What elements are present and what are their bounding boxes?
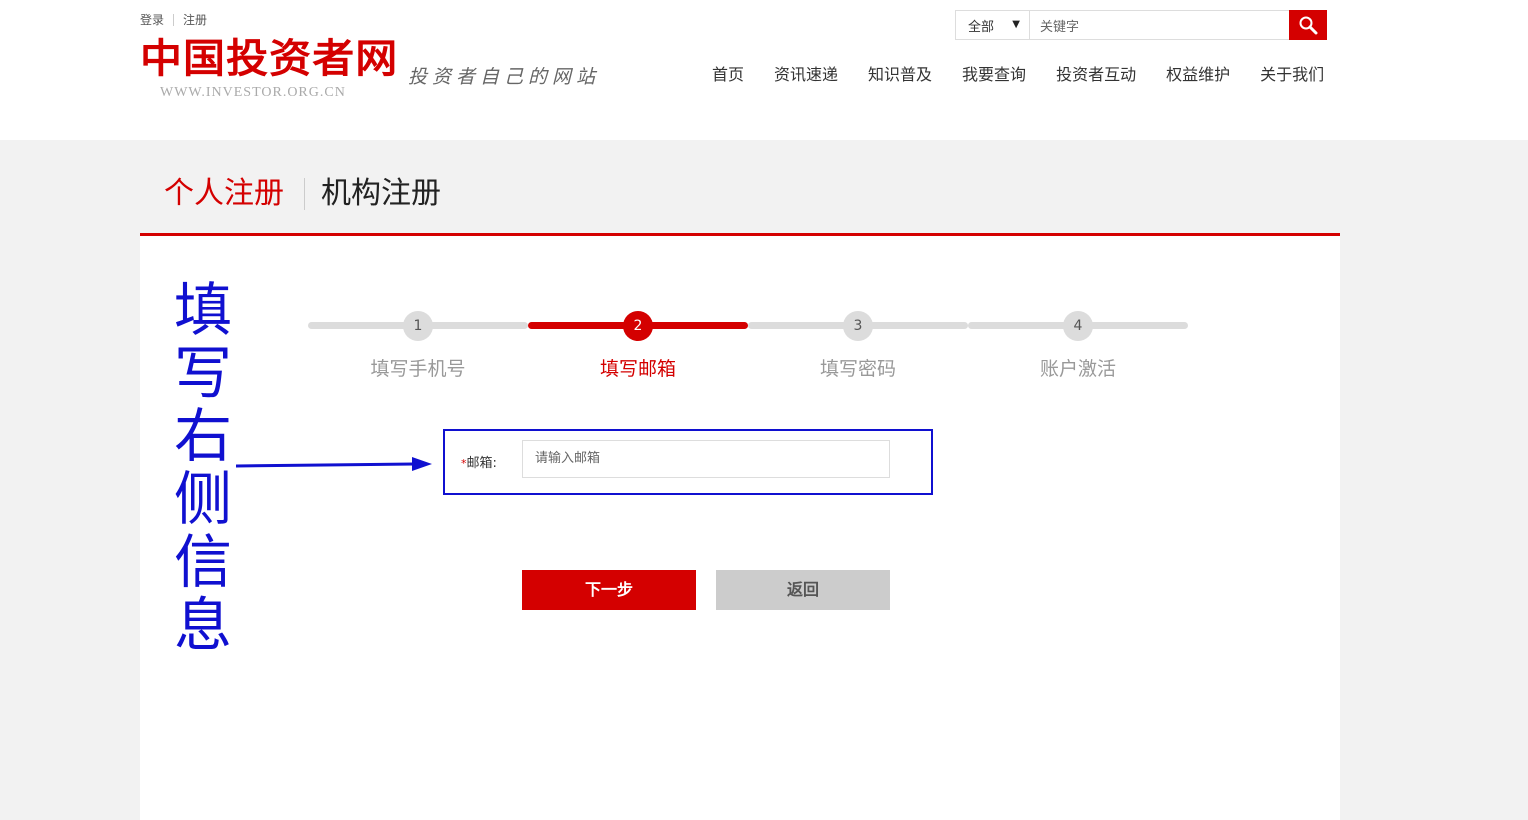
annotation-char: 息 (173, 591, 232, 659)
nav-query[interactable]: 我要查询 (962, 64, 1026, 86)
search-bar: 全部 ▼ 关键字 (955, 10, 1327, 40)
top-links-divider (173, 13, 175, 26)
top-links: 登录 注册 (140, 11, 207, 28)
annotation-char: 右 (173, 402, 232, 470)
step-number-4: 4 (1063, 311, 1093, 341)
search-placeholder: 关键字 (1040, 19, 1080, 35)
annotation-char: 写 (173, 339, 232, 407)
email-label-text: 邮箱: (466, 456, 497, 471)
annotation-char: 侧 (173, 465, 232, 533)
step-number-3: 3 (843, 311, 873, 341)
tab-institution-registration[interactable]: 机构注册 (321, 174, 441, 214)
site-header: 登录 注册 中国投资者网 WWW.INVESTOR.ORG.CN 投资者自己的网… (0, 0, 1528, 140)
search-icon (1299, 16, 1318, 35)
step-label-1: 填写手机号 (370, 358, 466, 380)
search-button[interactable] (1289, 10, 1327, 40)
site-logo[interactable]: 中国投资者网 WWW.INVESTOR.ORG.CN (140, 36, 397, 100)
logo-title: 中国投资者网 (140, 36, 399, 82)
email-label: *邮箱: (461, 452, 497, 471)
step-progress: 1 2 3 4 填写手机号 填写邮箱 填写密码 账户激活 (308, 311, 1188, 384)
nav-knowledge[interactable]: 知识普及 (868, 64, 932, 86)
step-label-2: 填写邮箱 (599, 358, 676, 380)
search-input[interactable]: 关键字 (1030, 11, 1326, 39)
nav-interaction[interactable]: 投资者互动 (1056, 64, 1136, 86)
step-number-1: 1 (403, 311, 433, 341)
main-nav: 首页 资讯速递 知识普及 我要查询 投资者互动 权益维护 关于我们 (712, 64, 1324, 86)
tab-personal-registration[interactable]: 个人注册 (164, 174, 284, 214)
tab-divider (304, 178, 305, 210)
logo-url: WWW.INVESTOR.ORG.CN (160, 85, 346, 100)
back-button[interactable]: 返回 (716, 570, 890, 610)
search-category-value: 全部 (968, 19, 995, 35)
nav-news[interactable]: 资讯速递 (774, 64, 838, 86)
annotation-char: 信 (173, 528, 232, 596)
registration-tabs: 个人注册 机构注册 (140, 140, 1340, 236)
registration-card: 个人注册 机构注册 1 2 3 4 填写手机号 填写邮箱 填写密码 账户激活 *… (140, 140, 1340, 820)
search-category-select[interactable]: 全部 ▼ (956, 11, 1030, 39)
step-label-4: 账户激活 (1039, 358, 1116, 380)
step-label-3: 填写密码 (819, 358, 896, 380)
email-input[interactable]: 请输入邮箱 (522, 440, 890, 478)
next-step-button[interactable]: 下一步 (522, 570, 696, 610)
arrow-right-icon (236, 457, 432, 471)
registration-content: 1 2 3 4 填写手机号 填写邮箱 填写密码 账户激活 *邮箱: 请输入邮箱 … (140, 236, 1340, 820)
nav-home[interactable]: 首页 (712, 64, 744, 86)
email-placeholder: 请输入邮箱 (535, 451, 601, 466)
annotation-char: 填 (173, 276, 232, 344)
annotation-text: 填 写 右 侧 信 息 (170, 279, 236, 657)
caret-down-icon: ▼ (1012, 19, 1020, 30)
email-form-highlight: *邮箱: 请输入邮箱 (443, 429, 933, 495)
login-link[interactable]: 登录 (140, 11, 164, 28)
register-link[interactable]: 注册 (183, 11, 207, 28)
site-slogan: 投资者自己的网站 (408, 66, 601, 88)
step-number-2: 2 (623, 311, 653, 341)
nav-rights[interactable]: 权益维护 (1166, 64, 1230, 86)
nav-about[interactable]: 关于我们 (1260, 64, 1324, 86)
